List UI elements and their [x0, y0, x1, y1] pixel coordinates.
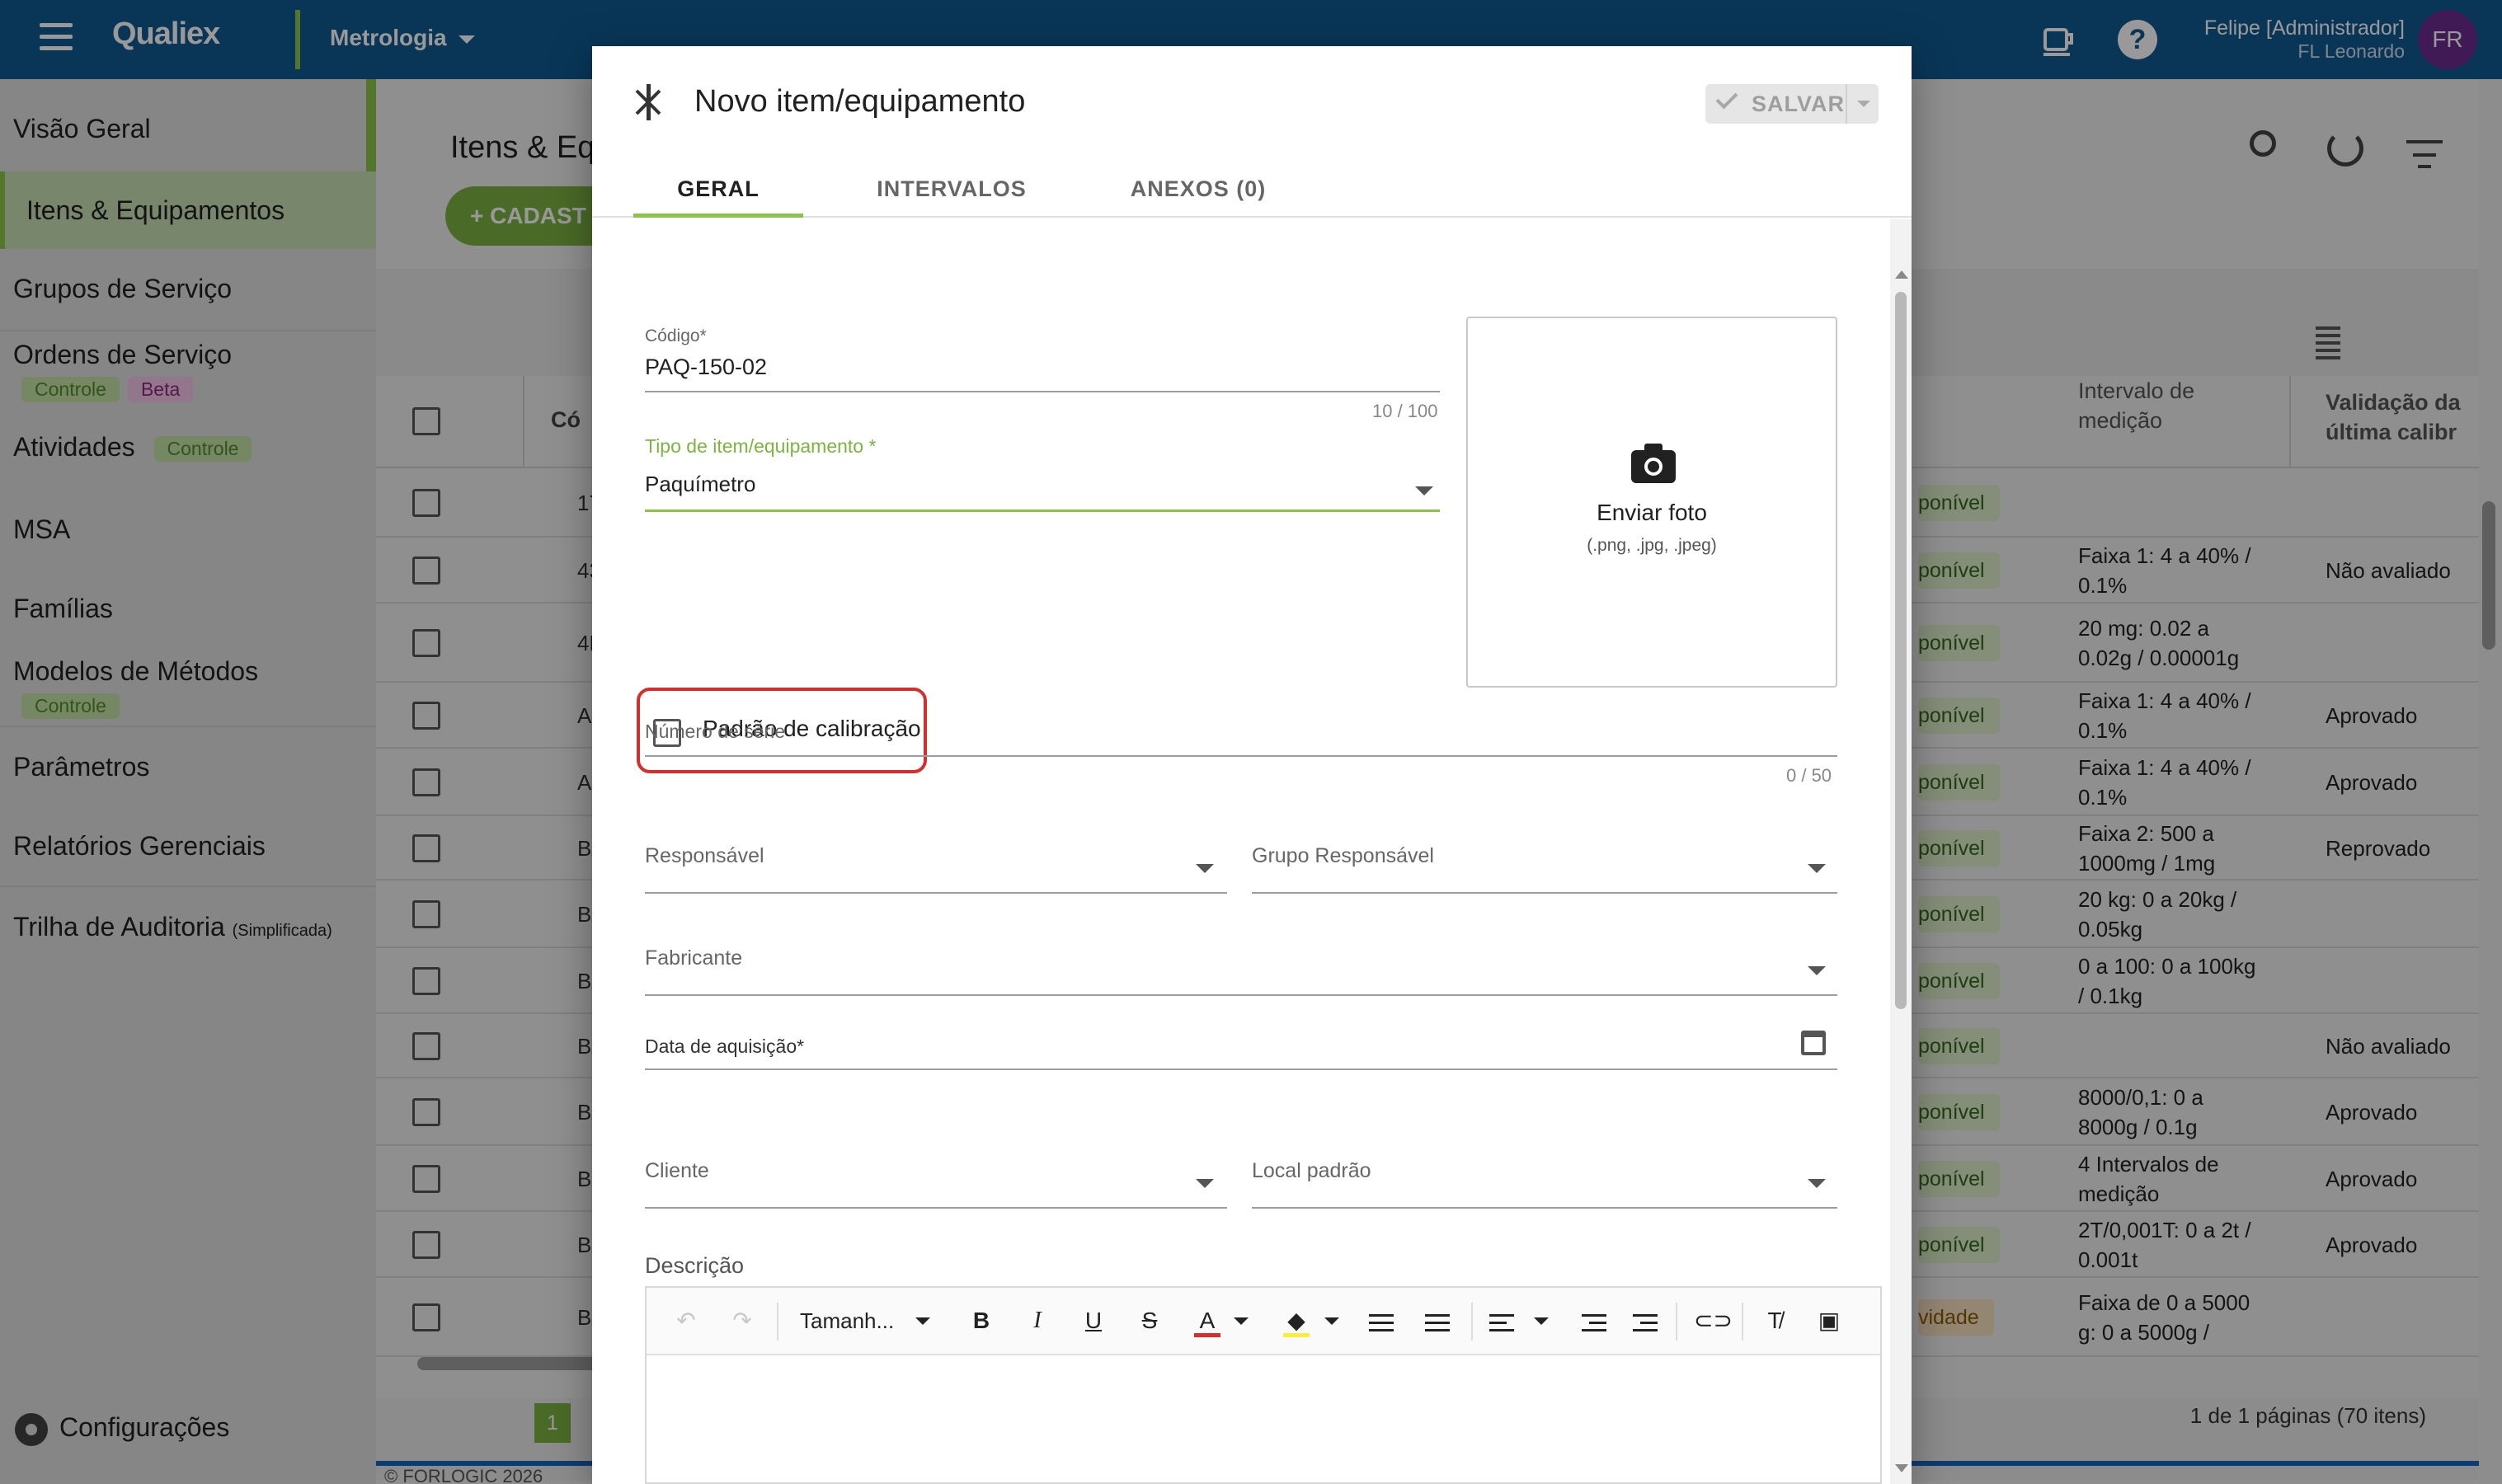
text-color-icon[interactable]: A: [1194, 1306, 1220, 1337]
clear-format-icon[interactable]: T̸: [1761, 1306, 1788, 1336]
local-padrao-label: Local padrão: [1252, 1159, 1371, 1182]
underline-icon[interactable]: U: [1080, 1306, 1107, 1336]
cliente-select[interactable]: [645, 1207, 1227, 1209]
undo-icon[interactable]: ↶: [671, 1306, 701, 1336]
close-icon[interactable]: [633, 84, 663, 120]
numbered-list-icon[interactable]: [1425, 1309, 1450, 1339]
redo-icon[interactable]: ↷: [727, 1306, 757, 1336]
check-icon: [1715, 87, 1738, 110]
grupo-responsavel-select[interactable]: [1252, 892, 1837, 894]
indent-icon[interactable]: [1633, 1309, 1658, 1339]
chevron-down-icon[interactable]: [1808, 966, 1826, 975]
tab-geral[interactable]: GERAL: [633, 162, 803, 218]
toolbar-divider: [1676, 1303, 1677, 1341]
tab-intervalos[interactable]: INTERVALOS: [839, 162, 1064, 218]
print-icon[interactable]: ▣: [1816, 1306, 1842, 1336]
photo-upload[interactable]: Enviar foto (.png, .jpg, .jpeg): [1466, 317, 1837, 688]
new-item-dialog: Novo item/equipamento SALVAR GERAL INTER…: [592, 46, 1912, 1484]
save-button[interactable]: SALVAR: [1705, 84, 1879, 124]
dialog-title: Novo item/equipamento: [694, 84, 1026, 119]
tipo-underline: [645, 510, 1440, 512]
dialog-scrollbar[interactable]: [1890, 219, 1912, 1484]
chevron-down-icon[interactable]: [1534, 1317, 1549, 1325]
data-aquisicao-field[interactable]: [645, 1068, 1837, 1070]
chevron-down-icon[interactable]: [1234, 1317, 1249, 1325]
bold-icon[interactable]: B: [968, 1306, 995, 1336]
dialog-body: Código* PAQ-150-02 10 / 100 Tipo de item…: [592, 219, 1912, 1484]
link-icon[interactable]: ⊂⊃: [1694, 1306, 1733, 1336]
chevron-down-icon[interactable]: [915, 1317, 930, 1325]
outdent-icon[interactable]: [1582, 1309, 1606, 1339]
grupo-responsavel-label: Grupo Responsável: [1252, 844, 1434, 867]
serie-label: Número de série: [645, 721, 786, 742]
chevron-down-icon[interactable]: [1196, 1179, 1214, 1188]
descricao-editor[interactable]: ↶ ↷ Tamanh... B I U S A ◆ ⊂⊃ T̸ ▣: [645, 1286, 1882, 1484]
serie-counter: 0 / 50: [1786, 765, 1832, 786]
save-button-label: SALVAR: [1752, 92, 1845, 116]
codigo-underline: [645, 391, 1440, 392]
chevron-down-icon[interactable]: [1808, 1179, 1826, 1188]
local-padrao-select[interactable]: [1252, 1207, 1837, 1209]
toolbar-divider: [1742, 1303, 1743, 1341]
descricao-label: Descrição: [645, 1253, 745, 1278]
codigo-field[interactable]: PAQ-150-02: [645, 355, 767, 380]
fabricante-label: Fabricante: [645, 946, 743, 970]
bulleted-list-icon[interactable]: [1369, 1309, 1394, 1339]
scrollbar-thumb[interactable]: [1895, 292, 1907, 1009]
tipo-label: Tipo de item/equipamento *: [645, 435, 877, 457]
italic-icon[interactable]: I: [1024, 1306, 1051, 1336]
toolbar-divider: [777, 1303, 778, 1341]
cliente-label: Cliente: [645, 1159, 709, 1182]
highlight-color-icon[interactable]: ◆: [1283, 1306, 1310, 1337]
photo-upload-label: Enviar foto: [1597, 500, 1707, 525]
editor-toolbar: ↶ ↷ Tamanh... B I U S A ◆ ⊂⊃ T̸ ▣: [647, 1288, 1880, 1355]
calendar-icon[interactable]: [1801, 1031, 1826, 1055]
tipo-select[interactable]: Paquímetro: [645, 472, 755, 497]
strikethrough-icon[interactable]: S: [1136, 1306, 1163, 1336]
chevron-down-icon[interactable]: [1808, 864, 1826, 873]
serie-field[interactable]: [645, 755, 1837, 757]
align-left-icon[interactable]: [1489, 1309, 1514, 1339]
scroll-down-icon[interactable]: [1895, 1464, 1908, 1472]
chevron-down-icon[interactable]: [1324, 1317, 1339, 1325]
codigo-counter: 10 / 100: [1372, 401, 1438, 421]
font-size-select[interactable]: Tamanh...: [800, 1306, 915, 1336]
tab-anexos[interactable]: ANEXOS (0): [1103, 162, 1293, 218]
toolbar-divider: [1471, 1303, 1473, 1341]
dialog-header: Novo item/equipamento SALVAR GERAL INTER…: [592, 46, 1912, 218]
data-aquisicao-label: Data de aquisição*: [645, 1036, 805, 1057]
responsavel-label: Responsável: [645, 844, 764, 867]
save-options-dropdown[interactable]: [1846, 84, 1879, 124]
photo-upload-formats: (.png, .jpg, .jpeg): [1587, 536, 1717, 555]
chevron-down-icon[interactable]: [1196, 864, 1214, 873]
codigo-label: Código*: [645, 326, 707, 345]
scroll-up-icon[interactable]: [1895, 270, 1908, 279]
chevron-down-icon[interactable]: [1415, 486, 1433, 495]
camera-icon: [1631, 444, 1676, 483]
responsavel-select[interactable]: [645, 892, 1227, 894]
fabricante-select[interactable]: [645, 994, 1837, 996]
